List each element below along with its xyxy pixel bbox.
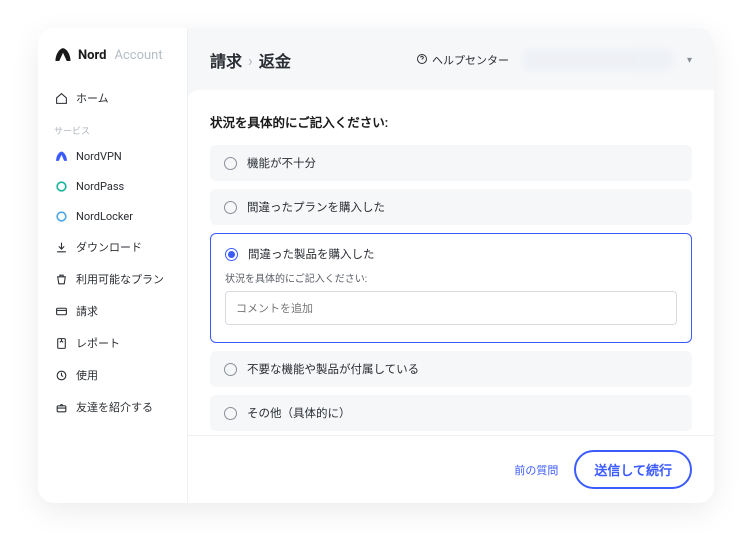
usage-icon bbox=[54, 368, 68, 382]
option-other[interactable]: その他（具体的に） bbox=[210, 395, 692, 431]
sidebar-item-nordlocker[interactable]: NordLocker bbox=[38, 201, 187, 231]
breadcrumb-refund: 返金 bbox=[259, 48, 291, 72]
radio-icon bbox=[224, 201, 237, 214]
main: 請求 › 返金 ヘルプセンター ▾ 状況を具体的にご記入ください: 機能が不十分 bbox=[188, 28, 714, 503]
option-wrong-product[interactable]: 間違った製品を購入した 状況を具体的にご記入ください: bbox=[210, 233, 692, 343]
refer-icon bbox=[54, 400, 68, 414]
help-icon bbox=[416, 53, 428, 68]
radio-icon bbox=[224, 407, 237, 420]
plans-icon bbox=[54, 272, 68, 286]
help-center-link[interactable]: ヘルプセンター bbox=[416, 52, 509, 68]
sidebar-item-usage[interactable]: 使用 bbox=[38, 359, 187, 391]
radio-icon-selected bbox=[225, 248, 238, 261]
user-menu-redacted[interactable] bbox=[523, 50, 673, 70]
option-label: 不要な機能や製品が付属している bbox=[247, 361, 419, 377]
sidebar-item-label: ダウンロード bbox=[76, 239, 142, 255]
sidebar-item-nordpass[interactable]: NordPass bbox=[38, 171, 187, 201]
radio-icon bbox=[224, 157, 237, 170]
option-label: その他（具体的に） bbox=[247, 405, 351, 421]
option-wrong-plan[interactable]: 間違ったプランを購入した bbox=[210, 189, 692, 225]
sidebar-item-label: レポート bbox=[76, 335, 120, 351]
sidebar-item-billing[interactable]: 請求 bbox=[38, 295, 187, 327]
nord-logo-icon bbox=[54, 46, 72, 64]
sidebar-item-reports[interactable]: レポート bbox=[38, 327, 187, 359]
sidebar-item-label: NordLocker bbox=[76, 210, 133, 223]
option-label: 間違ったプランを購入した bbox=[247, 199, 385, 215]
sidebar-item-home[interactable]: ホーム bbox=[38, 82, 187, 114]
comment-input[interactable] bbox=[225, 291, 677, 325]
brand-name: Nord bbox=[78, 48, 106, 63]
sidebar-item-nordvpn[interactable]: NordVPN bbox=[38, 141, 187, 171]
home-icon bbox=[54, 91, 68, 105]
breadcrumb-billing[interactable]: 請求 bbox=[210, 48, 242, 72]
refund-form-card: 状況を具体的にご記入ください: 機能が不十分 間違ったプランを購入した 間違った… bbox=[188, 90, 714, 503]
prev-question-button[interactable]: 前の質問 bbox=[514, 462, 558, 478]
option-label: 間違った製品を購入した bbox=[248, 246, 375, 262]
chevron-down-icon[interactable]: ▾ bbox=[687, 55, 692, 66]
help-label: ヘルプセンター bbox=[432, 52, 509, 68]
submit-continue-button[interactable]: 送信して続行 bbox=[574, 450, 692, 489]
sidebar-item-refer[interactable]: 友達を紹介する bbox=[38, 391, 187, 423]
sidebar: Nord Account ホーム サービス NordVPN NordPass bbox=[38, 28, 188, 503]
option-insufficient-features[interactable]: 機能が不十分 bbox=[210, 145, 692, 181]
sidebar-item-plans[interactable]: 利用可能なプラン bbox=[38, 263, 187, 295]
sidebar-item-label: NordPass bbox=[76, 180, 124, 193]
nordlocker-icon bbox=[54, 209, 68, 223]
app-window: Nord Account ホーム サービス NordVPN NordPass bbox=[38, 28, 714, 503]
sidebar-item-label: 請求 bbox=[76, 303, 98, 319]
form-footer: 前の質問 送信して続行 bbox=[188, 435, 714, 503]
breadcrumb: 請求 › 返金 bbox=[210, 48, 291, 72]
nordpass-icon bbox=[54, 179, 68, 193]
download-icon bbox=[54, 240, 68, 254]
sidebar-item-downloads[interactable]: ダウンロード bbox=[38, 231, 187, 263]
sidebar-item-label: 友達を紹介する bbox=[76, 399, 153, 415]
nordvpn-icon bbox=[54, 149, 68, 163]
sidebar-item-label: 利用可能なプラン bbox=[76, 271, 164, 287]
option-unwanted-features[interactable]: 不要な機能や製品が付属している bbox=[210, 351, 692, 387]
sidebar-item-label: 使用 bbox=[76, 367, 98, 383]
chevron-right-icon: › bbox=[248, 51, 253, 70]
billing-icon bbox=[54, 304, 68, 318]
radio-icon bbox=[224, 363, 237, 376]
sidebar-item-label: ホーム bbox=[76, 90, 109, 106]
topbar: 請求 › 返金 ヘルプセンター ▾ bbox=[188, 28, 714, 86]
sub-prompt: 状況を具体的にご記入ください: bbox=[225, 270, 677, 285]
sidebar-item-label: NordVPN bbox=[76, 150, 122, 163]
option-label: 機能が不十分 bbox=[247, 155, 316, 171]
logo[interactable]: Nord Account bbox=[38, 46, 187, 82]
form-title: 状況を具体的にご記入ください: bbox=[210, 112, 692, 131]
reports-icon bbox=[54, 336, 68, 350]
brand-sub: Account bbox=[114, 48, 162, 63]
sidebar-section-services: サービス bbox=[38, 114, 187, 141]
